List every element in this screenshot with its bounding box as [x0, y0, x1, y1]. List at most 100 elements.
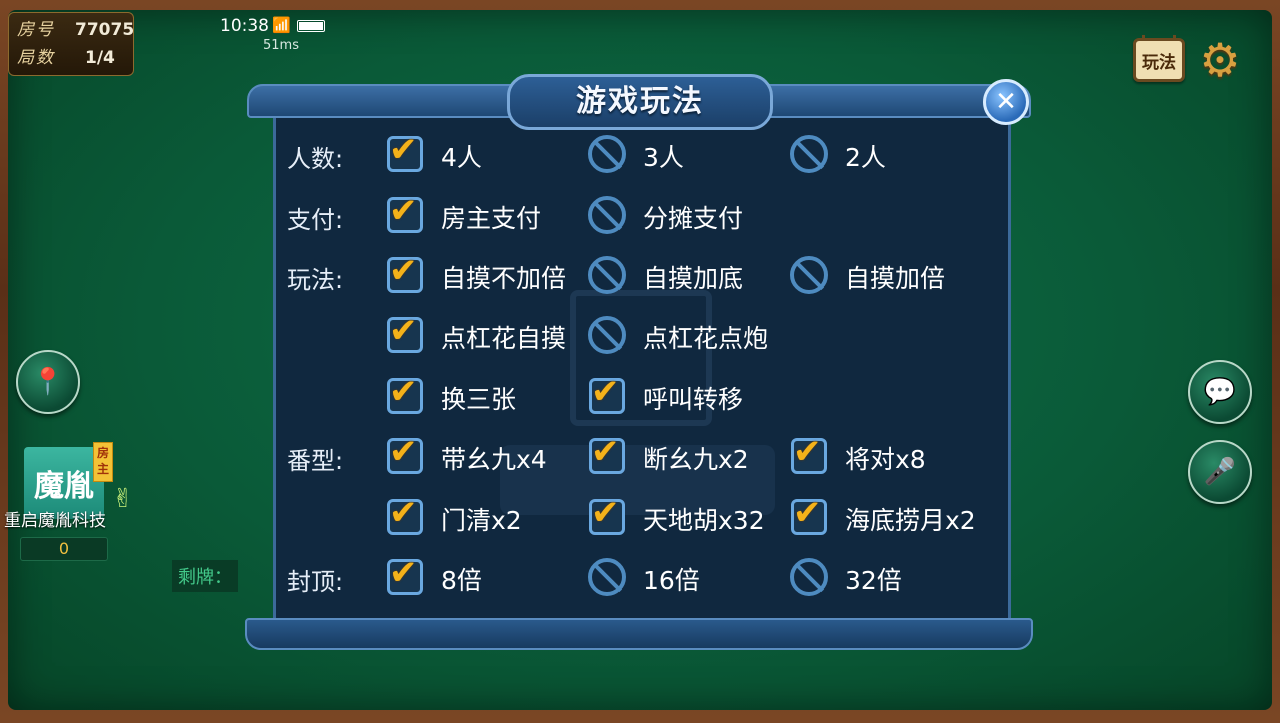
checkmark-icon: ✔ — [591, 432, 620, 472]
checkbox-checked-icon: ✔ — [587, 372, 627, 416]
voice-button[interactable]: 🎤 — [1188, 440, 1252, 504]
option-label: 4人 — [441, 143, 482, 172]
remaining-tiles-label: 剩牌： — [172, 560, 238, 592]
option-label: 天地胡x32 — [643, 506, 765, 535]
wifi-icon: 📶 — [272, 16, 291, 34]
option-checked[interactable]: ✔ 海底捞月x2 — [789, 493, 989, 537]
chat-button[interactable]: 💬 — [1188, 360, 1252, 424]
option-checked[interactable]: ✔ 断幺九x2 — [587, 432, 787, 476]
option-label: 换三张 — [441, 385, 517, 414]
checkmark-icon: ✔ — [389, 372, 418, 412]
prohibited-circle — [588, 135, 626, 173]
dialog-title: 游戏玩法 — [507, 74, 773, 130]
close-icon: ✕ — [995, 87, 1017, 117]
player-name: 重启魔胤科技 — [4, 511, 106, 531]
option-label: 2人 — [845, 143, 886, 172]
option-checked[interactable]: ✔ 天地胡x32 — [587, 493, 787, 537]
option-label: 3人 — [643, 143, 684, 172]
checkbox-checked-icon: ✔ — [385, 372, 425, 416]
option-checked[interactable]: ✔ 呼叫转移 — [587, 372, 787, 416]
prohibited-circle — [588, 196, 626, 234]
option-label: 门清x2 — [441, 506, 522, 535]
option-checked[interactable]: ✔ 门清x2 — [385, 493, 585, 537]
checkmark-icon: ✔ — [591, 493, 620, 533]
prohibited-circle — [790, 256, 828, 294]
checkmark-icon: ✔ — [389, 432, 418, 472]
checkbox-checked-icon: ✔ — [385, 432, 425, 476]
option-checked[interactable]: ✔ 房主支付 — [385, 191, 585, 235]
location-button[interactable]: 📍 — [16, 350, 80, 414]
option-disabled[interactable]: 16倍 — [587, 557, 787, 597]
checkbox-checked-icon: ✔ — [385, 130, 425, 174]
room-number-label: 房号 — [17, 20, 55, 40]
checkbox-checked-icon: ✔ — [385, 493, 425, 537]
option-checked[interactable]: ✔ 8倍 — [385, 553, 585, 597]
option-row-label: 人数: — [287, 145, 344, 173]
checkmark-icon: ✔ — [389, 553, 418, 593]
option-checked[interactable]: ✔ 换三张 — [385, 372, 585, 416]
room-info-panel: 房号 77075 局数 1/4 — [8, 12, 134, 76]
room-number-value: 77075 — [75, 20, 135, 40]
option-disabled[interactable]: 3人 — [587, 134, 787, 174]
chat-bubble-icon: 💬 — [1203, 377, 1237, 407]
checkmark-icon: ✔ — [389, 191, 418, 231]
prohibited-icon — [587, 255, 627, 295]
option-row-label: 玩法: — [287, 266, 344, 294]
checkbox-checked-icon: ✔ — [385, 191, 425, 235]
option-disabled[interactable]: 分摊支付 — [587, 195, 787, 235]
option-label: 将对x8 — [845, 445, 926, 474]
room-number-row: 房号 77075 — [17, 18, 134, 42]
prohibited-circle — [588, 256, 626, 294]
checkbox-checked-icon: ✔ — [789, 432, 829, 476]
option-checked[interactable]: ✔ 4人 — [385, 130, 585, 174]
option-checked[interactable]: ✔ 点杠花自摸 — [385, 311, 585, 355]
round-label: 局数 — [17, 48, 55, 68]
prohibited-circle — [790, 135, 828, 173]
prohibited-circle — [588, 316, 626, 354]
option-label: 自摸加底 — [643, 264, 744, 293]
option-label: 8倍 — [441, 566, 482, 595]
option-label: 房主支付 — [441, 204, 542, 233]
option-checked[interactable]: ✔ 自摸不加倍 — [385, 251, 585, 295]
round-row: 局数 1/4 — [17, 46, 115, 70]
prohibited-circle — [588, 558, 626, 596]
prohibited-icon — [789, 557, 829, 597]
prohibited-icon — [587, 195, 627, 235]
option-label: 自摸不加倍 — [441, 264, 567, 293]
option-disabled[interactable]: 2人 — [789, 134, 989, 174]
checkbox-checked-icon: ✔ — [587, 493, 627, 537]
gear-icon[interactable]: ⚙ — [1196, 36, 1244, 84]
rules-button[interactable]: 玩法 — [1133, 35, 1185, 82]
option-checked[interactable]: ✔ 带幺九x4 — [385, 432, 585, 476]
prohibited-circle — [790, 558, 828, 596]
option-checked[interactable]: ✔ 将对x8 — [789, 432, 989, 476]
player-score: 0 — [20, 537, 108, 561]
option-row-label: 封顶: — [287, 568, 344, 596]
close-button[interactable]: ✕ — [983, 79, 1029, 125]
prohibited-icon — [587, 557, 627, 597]
owner-badge: 房主 — [93, 442, 113, 482]
battery-icon — [297, 20, 325, 32]
option-label: 16倍 — [643, 566, 700, 595]
prohibited-icon — [789, 255, 829, 295]
option-label: 自摸加倍 — [845, 264, 946, 293]
option-disabled[interactable]: 点杠花点炮 — [587, 315, 787, 355]
option-label: 带幺九x4 — [441, 445, 547, 474]
checkmark-icon: ✔ — [591, 372, 620, 412]
microphone-icon: 🎤 — [1203, 457, 1237, 487]
checkmark-icon: ✔ — [793, 493, 822, 533]
option-row-label: 支付: — [287, 206, 344, 234]
option-disabled[interactable]: 自摸加底 — [587, 255, 787, 295]
prohibited-icon — [587, 315, 627, 355]
checkbox-checked-icon: ✔ — [385, 251, 425, 295]
checkmark-icon: ✔ — [389, 493, 418, 533]
ping-readout: 51ms — [263, 38, 299, 53]
option-row-label: 番型: — [287, 447, 344, 475]
checkbox-checked-icon: ✔ — [789, 493, 829, 537]
checkmark-icon: ✔ — [389, 311, 418, 351]
option-disabled[interactable]: 32倍 — [789, 557, 989, 597]
checkbox-checked-icon: ✔ — [385, 311, 425, 355]
round-value: 1/4 — [85, 48, 115, 68]
option-label: 分摊支付 — [643, 204, 744, 233]
option-disabled[interactable]: 自摸加倍 — [789, 255, 989, 295]
